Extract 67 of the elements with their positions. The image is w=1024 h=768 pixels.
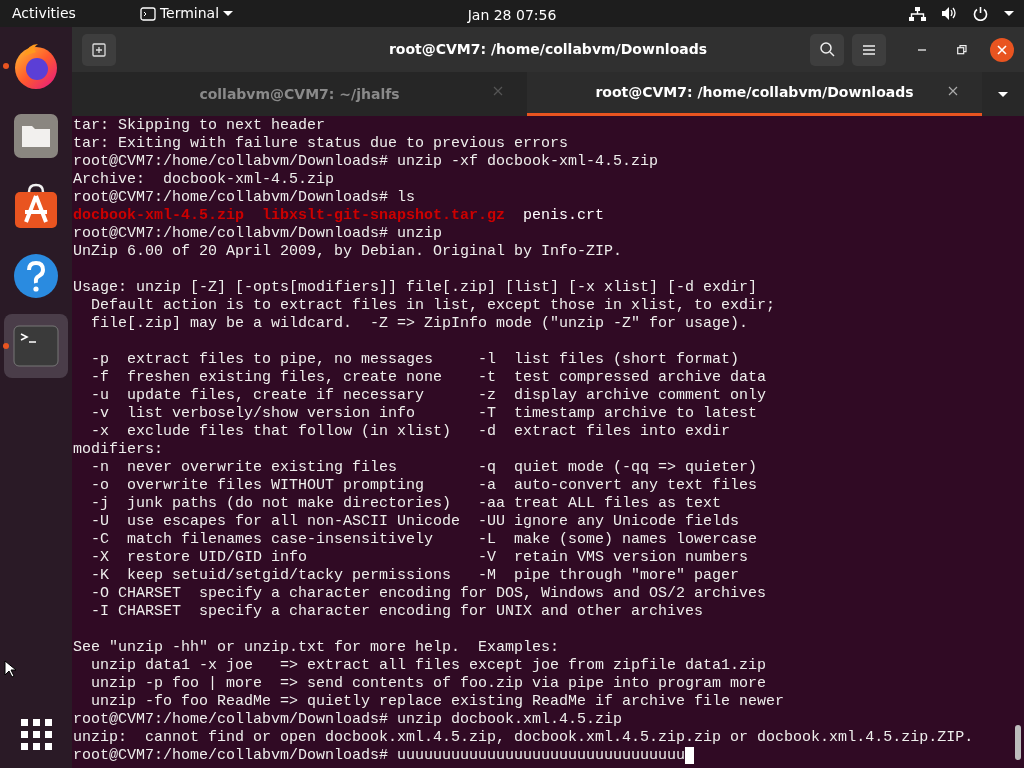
command-input[interactable]: root@CVM7:/home/collabvm/Downloads# uuuuuuuuuuuuuuuuuuuuuuuuuuuuuuuu bbox=[73, 747, 686, 765]
new-tab-button[interactable] bbox=[82, 33, 116, 66]
text-cursor bbox=[685, 747, 695, 764]
window-title: root@CVM7: /home/collabvm/Downloads bbox=[388, 41, 708, 57]
mouse-pointer-icon bbox=[4, 660, 18, 678]
terminal-line: -I CHARSET specify a character encoding for UNIX and other archives bbox=[90, 603, 704, 621]
terminal-line: Archive: docbook-xml-4.5.zip bbox=[73, 171, 335, 189]
terminal-line: unzip -p foo | more => send contents of foo.zip via pipe into program more bbox=[90, 675, 767, 693]
file-name: libxslt-git-snapshot.tar.gz bbox=[262, 207, 506, 225]
terminal-line: -K keep setuid/setgid/tacky permissions -M pipe through "more" pager bbox=[90, 567, 740, 585]
new-tab-icon bbox=[92, 42, 106, 57]
caret-icon[interactable] bbox=[1004, 11, 1014, 16]
terminal-line: root@CVM7:/home/collabvm/Downloads# unzip bbox=[73, 225, 443, 243]
power-icon[interactable] bbox=[973, 6, 988, 21]
terminal-line: UnZip 6.00 of 20 April 2009, by Debian. Original by Info-ZIP. bbox=[73, 243, 623, 261]
terminal-line: unzip data1 -x joe => extract all files except joe from zipfile data1.zip bbox=[90, 657, 767, 675]
firefox-icon bbox=[12, 42, 60, 90]
terminal-line: -U use escapes for all non-ASCII Unicode -UU ignore any Unicode fields bbox=[90, 513, 740, 531]
terminal-icon bbox=[12, 322, 60, 370]
terminal-line: -X restore UID/GID info -V retain VMS version numbers bbox=[90, 549, 749, 567]
terminal-line: Usage: unzip [-Z] [-opts[modifiers]] file[.zip] [list] [-x xlist] [-d exdir] bbox=[73, 279, 758, 297]
terminal-line: file[.zip] may be a wildcard. -Z => ZipInfo mode ("unzip -Z" for usage). bbox=[90, 315, 749, 333]
app-menu[interactable]: Terminal bbox=[159, 3, 220, 24]
terminal-line: -u update files, create if necessary -z display archive comment only bbox=[90, 387, 767, 405]
terminal-line: -C match filenames case-insensitively -L make (some) names lowercase bbox=[90, 531, 758, 549]
terminal-icon bbox=[139, 6, 156, 21]
dropdown-caret-icon[interactable] bbox=[998, 91, 1008, 97]
close-tab-icon[interactable] bbox=[948, 86, 958, 96]
shopping-bag-icon bbox=[12, 182, 60, 230]
terminal-tab[interactable]: root@CVM7: /home/collabvm/Downloads bbox=[527, 72, 982, 116]
clock[interactable]: Jan 28 07:56 bbox=[467, 7, 557, 23]
close-icon bbox=[997, 44, 1007, 55]
terminal-line: unzip -fo foo ReadMe => quietly replace existing ReadMe if archive file newer bbox=[90, 693, 785, 711]
terminal-line: -v list verbosely/show version info -T timestamp archive to latest bbox=[90, 405, 758, 423]
terminal-line: tar: Skipping to next header bbox=[73, 117, 326, 135]
search-button[interactable] bbox=[810, 33, 844, 66]
menu-icon bbox=[863, 44, 875, 55]
folder-icon bbox=[12, 112, 60, 160]
terminal-line: -o overwrite files WITHOUT prompting -a auto-convert any text files bbox=[90, 477, 758, 495]
terminal-line: -n never overwrite existing files -q quiet mode (-qq => quieter) bbox=[90, 459, 758, 477]
network-icon[interactable] bbox=[909, 6, 926, 21]
file-name: docbook-xml-4.5.zip bbox=[73, 207, 245, 225]
restore-icon bbox=[957, 44, 967, 55]
terminal-line: -f freshen existing files, create none -t test compressed archive data bbox=[90, 369, 767, 387]
help-icon bbox=[12, 252, 60, 300]
search-icon bbox=[819, 42, 835, 57]
app-grid-icon[interactable] bbox=[20, 719, 52, 750]
terminal-line: -j junk paths (do not make directories) -aa treat ALL files as text bbox=[90, 495, 722, 513]
scrollbar-thumb[interactable] bbox=[1015, 725, 1021, 760]
terminal-line: root@CVM7:/home/collabvm/Downloads# ls bbox=[73, 189, 416, 207]
file-name: penis.crt bbox=[523, 207, 605, 225]
terminal-line: root@CVM7:/home/collabvm/Downloads# unzip docbook.xml.4.5.zip bbox=[73, 711, 623, 729]
terminal-line: Default action is to extract files in list, except those in xlist, to exdir; bbox=[90, 297, 776, 315]
minimize-icon bbox=[918, 48, 926, 51]
terminal-line: -p extract files to pipe, no messages -l list files (short format) bbox=[90, 351, 740, 369]
terminal-line: unzip: cannot find or open docbook.xml.4.5.zip, docbook.xml.4.5.zip.zip or docbook.xml.4.5.zip.ZIP. bbox=[73, 729, 974, 747]
terminal-line: -O CHARSET specify a character encoding for DOS, Windows and OS/2 archives bbox=[90, 585, 767, 603]
close-button[interactable] bbox=[990, 37, 1014, 62]
volume-icon[interactable] bbox=[942, 6, 957, 21]
terminal-line: tar: Exiting with failure status due to previous errors bbox=[73, 135, 569, 153]
terminal-line: modifiers: bbox=[73, 441, 163, 459]
menu-button[interactable] bbox=[852, 33, 886, 66]
terminal-line: -x exclude files that follow (in xlist) -d extract files into exdir bbox=[90, 423, 731, 441]
terminal-line: See "unzip -hh" or unzip.txt for more help. Examples: bbox=[73, 639, 560, 657]
activities-button[interactable]: Activities bbox=[12, 3, 76, 24]
caret-icon bbox=[223, 11, 234, 16]
terminal-line: root@CVM7:/home/collabvm/Downloads# unzip -xf docbook-xml-4.5.zip bbox=[73, 153, 659, 171]
